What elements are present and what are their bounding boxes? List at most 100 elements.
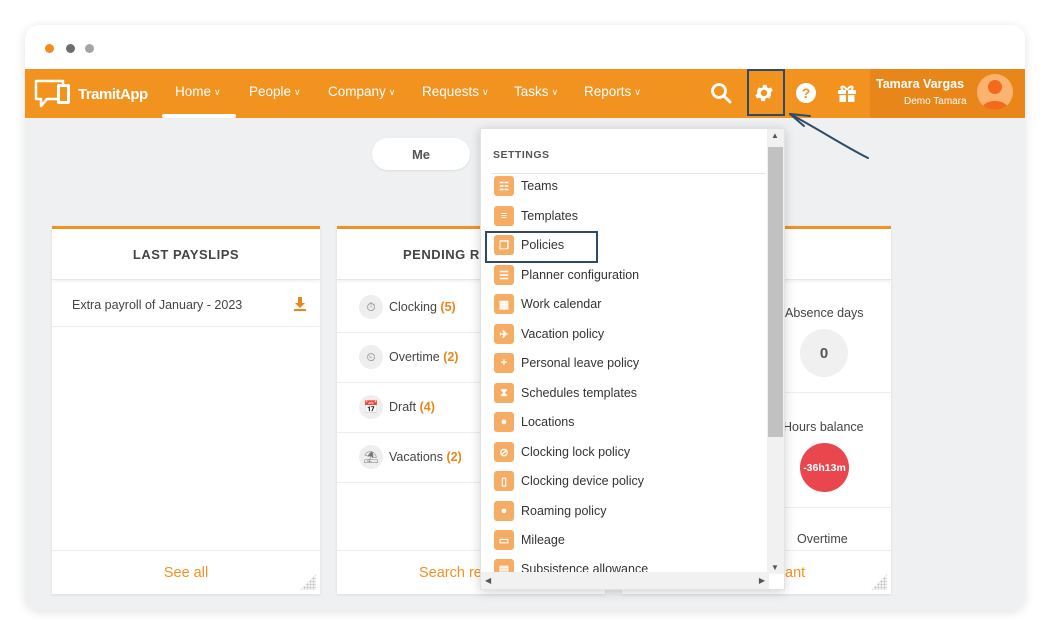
plane-icon: ✈ (494, 324, 514, 344)
scroll-left-arrow-icon[interactable]: ◀ (485, 576, 491, 585)
car-icon: ▭ (494, 530, 514, 550)
nav-company[interactable]: Company ∨ (328, 84, 395, 99)
menu-item-label: Locations (521, 415, 575, 429)
nav-home[interactable]: Home ∨ (175, 84, 221, 99)
top-navbar: TramitApp Home ∨ People ∨ Company ∨ Request… (25, 69, 1025, 118)
menu-item-schedules-templates[interactable]: ⧗ Schedules templates (493, 380, 763, 408)
absence-days-label: Absence days (785, 306, 864, 320)
overtime-label: Overtime (797, 532, 848, 546)
gift-icon[interactable] (833, 79, 861, 107)
chevron-down-icon: ∨ (634, 87, 641, 97)
org-chart-icon: ☷ (494, 176, 514, 196)
menu-item-teams[interactable]: ☷ Teams (493, 173, 763, 201)
stopwatch-icon: ⏱ (359, 295, 383, 319)
chevron-down-icon: ∨ (482, 87, 489, 97)
chevron-down-icon: ∨ (388, 87, 396, 97)
menu-item-roaming-policy[interactable]: ● Roaming policy (493, 498, 763, 526)
menu-item-label: Policies (521, 238, 565, 252)
logo-text: TramitApp (78, 86, 148, 103)
nav-requests-label: Requests (422, 84, 480, 99)
annotation-arrow-icon (789, 113, 869, 159)
menu-item-label: Clocking device policy (521, 474, 644, 488)
nav-tasks[interactable]: Tasks ∨ (514, 84, 558, 99)
user-subtitle: Demo Tamara (904, 96, 967, 107)
horizontal-scrollbar[interactable]: ◀ ▶ (481, 572, 769, 589)
nav-reports[interactable]: Reports ∨ (584, 84, 641, 99)
location-pin-icon: ● (494, 412, 514, 432)
hours-balance-value: -36h13m (800, 443, 849, 492)
nav-people[interactable]: People ∨ (249, 84, 301, 99)
avatar[interactable] (977, 74, 1013, 110)
pending-row-label: Overtime (2) (389, 350, 458, 364)
scroll-right-arrow-icon[interactable]: ▶ (759, 576, 765, 585)
nav-tasks-label: Tasks (514, 84, 549, 99)
nav-requests[interactable]: Requests ∨ (422, 84, 489, 99)
menu-item-vacation-policy[interactable]: ✈ Vacation policy (493, 321, 763, 349)
window-titlebar (25, 25, 1025, 69)
menu-item-label: Mileage (521, 533, 565, 547)
tramitapp-logo[interactable]: TramitApp (33, 75, 148, 111)
nav-people-label: People (249, 84, 292, 99)
document-icon: ≡ (494, 206, 514, 226)
payslips-card-title: LAST PAYSLIPS (52, 229, 320, 280)
help-icon[interactable]: ? (792, 79, 820, 107)
planner-icon: ☰ (494, 265, 514, 285)
pending-count: (2) (443, 350, 459, 364)
payslip-label: Extra payroll of January - 2023 (72, 298, 243, 312)
menu-item-mileage[interactable]: ▭ Mileage (493, 527, 763, 555)
vertical-scrollbar[interactable]: ▲ ▼ (767, 129, 784, 574)
device-icon: ▯ (494, 471, 514, 491)
menu-item-label: Schedules templates (521, 386, 638, 400)
svg-text:?: ? (802, 85, 811, 101)
menu-item-label: Clocking lock policy (521, 445, 631, 459)
menu-item-clocking-device-policy[interactable]: ▯ Clocking device policy (493, 468, 763, 496)
settings-dropdown: SETTINGS ☷ Teams ≡ Templates ❐ Policies ☰ Pl… (480, 128, 785, 590)
app-window: TramitApp Home ∨ People ∨ Company ∨ Request… (25, 25, 1025, 610)
download-icon[interactable] (294, 297, 306, 311)
menu-item-clocking-lock-policy[interactable]: ⊘ Clocking lock policy (493, 439, 763, 467)
see-all-link[interactable]: See all (52, 550, 320, 594)
menu-item-label: Work calendar (521, 297, 602, 311)
absence-days-value: 0 (800, 329, 848, 377)
nav-reports-label: Reports (584, 84, 632, 99)
gear-icon[interactable] (750, 79, 778, 107)
pending-label-text: Draft (389, 400, 417, 414)
menu-item-label: Templates (521, 209, 578, 223)
nav-home-label: Home (175, 84, 212, 99)
search-icon[interactable] (707, 79, 735, 107)
pending-label-text: Clocking (389, 300, 437, 314)
pending-row-label: Vacations (2) (389, 450, 462, 464)
policy-icon: ❐ (494, 235, 514, 255)
stats-divider (772, 507, 891, 508)
calendar-draft-icon: 📅 (359, 395, 383, 419)
window-dot-light[interactable] (85, 44, 94, 53)
menu-item-work-calendar[interactable]: ▦ Work calendar (493, 291, 763, 319)
lock-circle-icon: ⊘ (494, 442, 514, 462)
menu-item-label: Teams (521, 179, 558, 193)
menu-item-label: Personal leave policy (521, 356, 640, 370)
pending-count: (2) (446, 450, 462, 464)
window-dot-gray[interactable] (66, 44, 75, 53)
me-toggle-button[interactable]: Me (372, 138, 470, 170)
menu-item-personal-leave-policy[interactable]: + Personal leave policy (493, 350, 763, 378)
chevron-down-icon: ∨ (214, 87, 221, 97)
calendar-icon: ▦ (494, 294, 514, 314)
menu-item-label: Roaming policy (521, 504, 607, 518)
pending-count: (4) (419, 400, 435, 414)
scrollbar-thumb[interactable] (768, 147, 783, 437)
logo-bubble-icon (34, 79, 70, 108)
list-item[interactable]: Extra payroll of January - 2023 (52, 283, 320, 327)
window-dot-orange[interactable] (45, 44, 54, 53)
menu-item-label: Vacation policy (521, 327, 605, 341)
scroll-down-arrow-icon[interactable]: ▼ (771, 563, 779, 572)
overtime-icon: ⏲ (359, 345, 383, 369)
menu-item-locations[interactable]: ● Locations (493, 409, 763, 437)
menu-item-policies[interactable]: ❐ Policies (493, 232, 763, 260)
scroll-up-arrow-icon[interactable]: ▲ (771, 131, 779, 140)
user-menu[interactable]: Tamara Vargas Demo Tamara (870, 69, 1025, 118)
payslips-card: LAST PAYSLIPS Extra payroll of January -… (52, 226, 320, 594)
menu-item-planner-configuration[interactable]: ☰ Planner configuration (493, 262, 763, 290)
menu-item-templates[interactable]: ≡ Templates (493, 203, 763, 231)
pending-row-label: Clocking (5) (389, 300, 456, 314)
user-name: Tamara Vargas (876, 77, 965, 91)
